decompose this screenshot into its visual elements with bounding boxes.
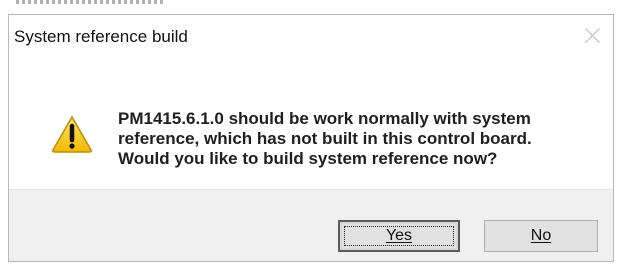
background-window-fragment xyxy=(16,0,166,4)
dialog-content: PM1415.6.1.0 should be work normally wit… xyxy=(9,57,613,191)
dialog-titlebar[interactable]: System reference build xyxy=(9,15,613,57)
message-dialog: System reference build PM1415.6.1.0 shou… xyxy=(8,14,614,262)
message-line: Would you like to build system reference… xyxy=(118,149,498,168)
dialog-button-bar: Yes No xyxy=(9,189,613,261)
close-icon xyxy=(584,27,600,43)
dialog-title: System reference build xyxy=(14,27,188,46)
yes-button[interactable]: Yes xyxy=(338,220,460,252)
no-button[interactable]: No xyxy=(484,220,598,252)
close-button[interactable] xyxy=(576,21,608,49)
warning-triangle-icon xyxy=(52,115,92,153)
dialog-message: PM1415.6.1.0 should be work normally wit… xyxy=(118,109,603,169)
yes-button-label: Yes xyxy=(385,227,413,244)
message-line: PM1415.6.1.0 should be work normally wit… xyxy=(118,109,531,128)
screen: System reference build PM1415.6.1.0 shou… xyxy=(0,0,618,266)
message-line: reference, which has not built in this c… xyxy=(118,129,532,148)
no-button-label: No xyxy=(530,227,552,244)
